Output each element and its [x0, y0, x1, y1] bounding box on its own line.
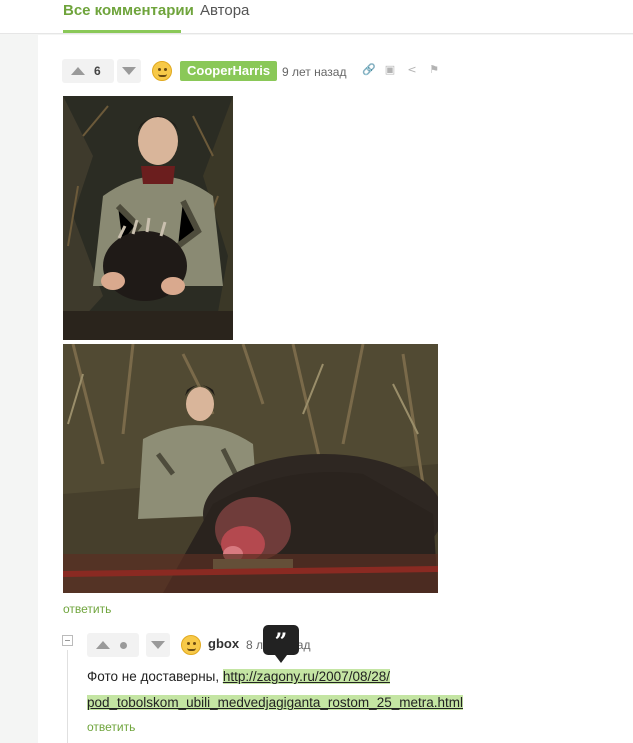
comment-photo[interactable]: [63, 344, 438, 593]
downvote-icon: [151, 641, 165, 649]
vote-widget: 6: [62, 59, 114, 83]
avatar[interactable]: [152, 61, 172, 81]
tab-author[interactable]: Автора: [200, 2, 249, 19]
comment-author[interactable]: gbox: [208, 636, 239, 651]
upvote-icon[interactable]: [71, 67, 85, 75]
comment-link-continued[interactable]: pod_tobolskom_ubili_medvedjagiganta_rost…: [87, 695, 463, 710]
thread-line[interactable]: [67, 650, 68, 743]
quote-icon[interactable]: ”: [263, 625, 299, 663]
downvote-button[interactable]: [117, 59, 141, 83]
comment-text: Фото не доставерны,: [87, 669, 223, 684]
flag-icon[interactable]: ⚑: [428, 64, 440, 76]
link-icon[interactable]: 🔗: [362, 64, 376, 76]
comment-link[interactable]: http://zagony.ru/2007/08/28/: [222, 669, 390, 684]
comment-body: Фото не доставерны, http://zagony.ru/200…: [87, 664, 517, 716]
reply-link[interactable]: ответить: [63, 602, 111, 616]
comment-tabs: Все комментарии Автора: [0, 0, 633, 34]
reply-link[interactable]: ответить: [87, 720, 135, 734]
save-icon[interactable]: ▣: [384, 64, 396, 76]
comment-score: 6: [94, 64, 101, 78]
comment-photo[interactable]: [63, 96, 233, 340]
vote-widget: [87, 633, 139, 657]
tab-all-comments[interactable]: Все комментарии: [63, 2, 194, 19]
upvote-icon[interactable]: [96, 641, 110, 649]
avatar[interactable]: [181, 635, 201, 655]
collapse-thread-button[interactable]: [62, 635, 73, 646]
downvote-icon: [122, 67, 136, 75]
comment-time[interactable]: 9 лет назад: [282, 65, 346, 79]
share-icon[interactable]: <: [406, 64, 418, 76]
comment-author-badge[interactable]: CooperHarris: [180, 61, 278, 81]
downvote-button[interactable]: [146, 633, 170, 657]
neutral-score-dot: [120, 641, 127, 649]
active-tab-indicator: [63, 30, 181, 33]
